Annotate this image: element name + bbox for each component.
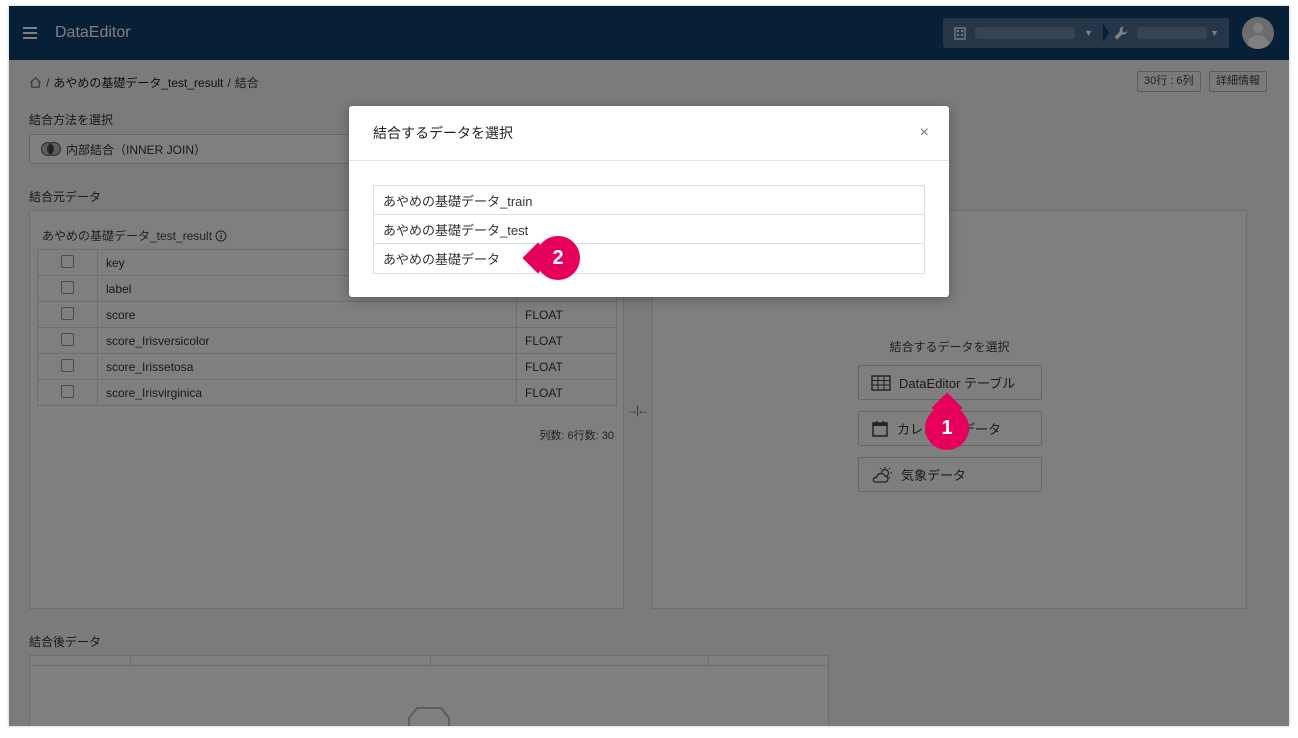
dataset-item-test[interactable]: あやめの基礎データ_test [374,215,924,244]
dataset-list: あやめの基礎データ_train あやめの基礎データ_test あやめの基礎データ [373,185,925,274]
callout-step-2: 2 [522,236,580,280]
close-icon[interactable]: × [920,124,929,142]
dataset-item-base[interactable]: あやめの基礎データ [374,244,924,273]
callout-number: 1 [941,416,953,439]
select-data-dialog: 結合するデータを選択 × あやめの基礎データ_train あやめの基礎データ_t… [349,106,949,297]
dataset-item-train[interactable]: あやめの基礎データ_train [374,186,924,215]
dialog-title: 結合するデータを選択 [373,125,513,141]
callout-number: 2 [552,246,564,269]
callout-step-1: 1 [925,392,969,450]
dialog-header: 結合するデータを選択 [349,106,949,161]
app-window: DataEditor ▼ ▼ / あやめの基礎データ_test_result /… [9,6,1289,726]
